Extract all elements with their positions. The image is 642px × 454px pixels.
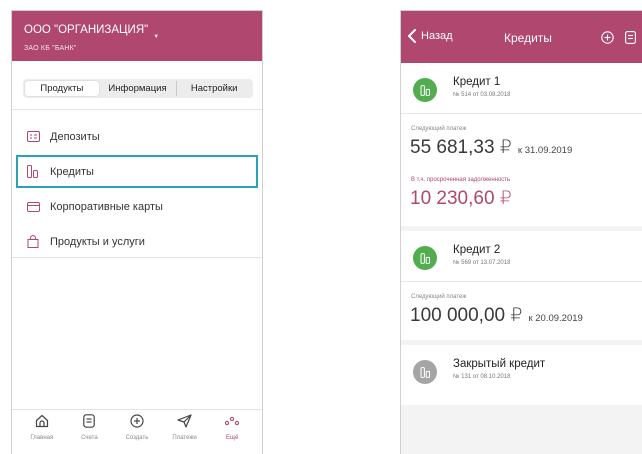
bag-icon bbox=[26, 235, 40, 249]
credit-icon bbox=[413, 78, 437, 102]
contract-number: № 569 от 13.07.2018 bbox=[453, 260, 511, 266]
segmented-tabs: Продукты Информация Настройки bbox=[23, 79, 253, 98]
contract-number: № 131 от 08.10.2018 bbox=[453, 374, 511, 380]
bank-name: ЗАО КБ "БАНК" bbox=[24, 45, 77, 52]
credit-icon bbox=[413, 246, 437, 270]
create-icon bbox=[129, 413, 145, 429]
next-payment-label: Следующий платеж bbox=[411, 126, 467, 132]
divider bbox=[12, 257, 262, 258]
bottom-navigation: Главная Счета Создать Платежи Ещё bbox=[12, 413, 262, 441]
accounts-icon bbox=[81, 413, 97, 429]
menu-item-credits[interactable]: Кредиты bbox=[15, 154, 259, 189]
menu-item-deposits[interactable]: Депозиты bbox=[12, 119, 262, 154]
nav-create[interactable]: Создать bbox=[117, 413, 157, 441]
payment-amount: 55 681,33 ₽ bbox=[410, 137, 512, 158]
credit-card[interactable]: Кредит 2 № 569 от 13.07.2018 Следующий п… bbox=[401, 231, 642, 340]
more-icon bbox=[224, 413, 240, 429]
tab-settings[interactable]: Настройки bbox=[176, 81, 251, 96]
home-icon bbox=[34, 413, 50, 429]
divider bbox=[401, 281, 642, 282]
menu-item-corporate-cards[interactable]: Корпоративные карты bbox=[12, 189, 262, 224]
divider bbox=[12, 409, 262, 410]
payments-icon bbox=[177, 413, 193, 429]
next-payment-amount: 100 000,00 ₽ к 20.09.2019 bbox=[410, 304, 583, 327]
menu-item-products-services[interactable]: Продукты и услуги bbox=[12, 224, 262, 259]
back-label: Назад bbox=[421, 30, 453, 42]
credits-screen: Назад Кредиты Кредит 1 № 514 от 03.08.20… bbox=[400, 10, 642, 454]
due-date: к 31.09.2019 bbox=[517, 145, 573, 156]
overdue-label: В т.ч. просроченная задолженность bbox=[411, 177, 511, 183]
chevron-down-icon: ▼ bbox=[153, 34, 160, 40]
menu-item-label: Депозиты bbox=[50, 130, 100, 143]
nav-more[interactable]: Ещё bbox=[212, 413, 252, 441]
credit-card[interactable]: Закрытый кредит № 131 от 08.10.2018 bbox=[401, 345, 642, 405]
nav-label: Счета bbox=[81, 435, 98, 441]
payment-amount: 100 000,00 ₽ bbox=[410, 305, 523, 326]
tab-information[interactable]: Информация bbox=[101, 81, 175, 96]
overdue-amount: 10 230,60 ₽ bbox=[410, 188, 512, 209]
organization-header[interactable]: ООО "ОРГАНИЗАЦИЯ" ▼ ЗАО КБ "БАНК" bbox=[12, 11, 262, 61]
products-screen: ООО "ОРГАНИЗАЦИЯ" ▼ ЗАО КБ "БАНК" Продук… bbox=[11, 10, 263, 454]
nav-accounts[interactable]: Счета bbox=[69, 413, 109, 441]
contract-number: № 514 от 03.08.2018 bbox=[453, 92, 511, 98]
page-title: Кредиты bbox=[504, 31, 552, 45]
next-payment-label: Следующий платеж bbox=[411, 294, 467, 300]
menu-item-label: Кредиты bbox=[50, 165, 94, 178]
back-button[interactable]: Назад bbox=[407, 29, 453, 43]
next-payment-amount: 55 681,33 ₽ к 31.09.2019 bbox=[410, 136, 572, 159]
credit-card[interactable]: Кредит 1 № 514 от 03.08.2018 Следующий п… bbox=[401, 63, 642, 226]
add-icon[interactable] bbox=[601, 31, 614, 44]
organization-name: ООО "ОРГАНИЗАЦИЯ" bbox=[24, 24, 149, 36]
document-icon[interactable] bbox=[625, 31, 636, 44]
products-menu: Депозиты Кредиты Корпоративные карты Про… bbox=[12, 119, 262, 259]
nav-label: Создать bbox=[125, 435, 149, 441]
closed-credit-icon bbox=[413, 360, 437, 384]
nav-label: Ещё bbox=[226, 435, 239, 441]
divider bbox=[401, 113, 642, 114]
nav-label: Главная bbox=[30, 435, 54, 441]
divider bbox=[12, 109, 262, 110]
card-icon bbox=[26, 200, 40, 214]
menu-item-label: Корпоративные карты bbox=[50, 200, 163, 213]
due-date: к 20.09.2019 bbox=[528, 313, 583, 324]
chevron-left-icon bbox=[408, 29, 416, 43]
nav-payments[interactable]: Платежи bbox=[165, 413, 205, 441]
credit-name: Закрытый кредит bbox=[453, 358, 546, 370]
nav-label: Платежи bbox=[172, 435, 197, 441]
credits-header: Назад Кредиты bbox=[401, 11, 642, 63]
menu-item-label: Продукты и услуги bbox=[50, 235, 145, 248]
deposit-icon bbox=[26, 130, 40, 144]
tab-products[interactable]: Продукты bbox=[25, 81, 99, 96]
credit-name: Кредит 2 bbox=[453, 244, 501, 256]
nav-home[interactable]: Главная bbox=[22, 413, 62, 441]
credit-name: Кредит 1 bbox=[453, 76, 501, 88]
credit-icon bbox=[26, 165, 40, 179]
